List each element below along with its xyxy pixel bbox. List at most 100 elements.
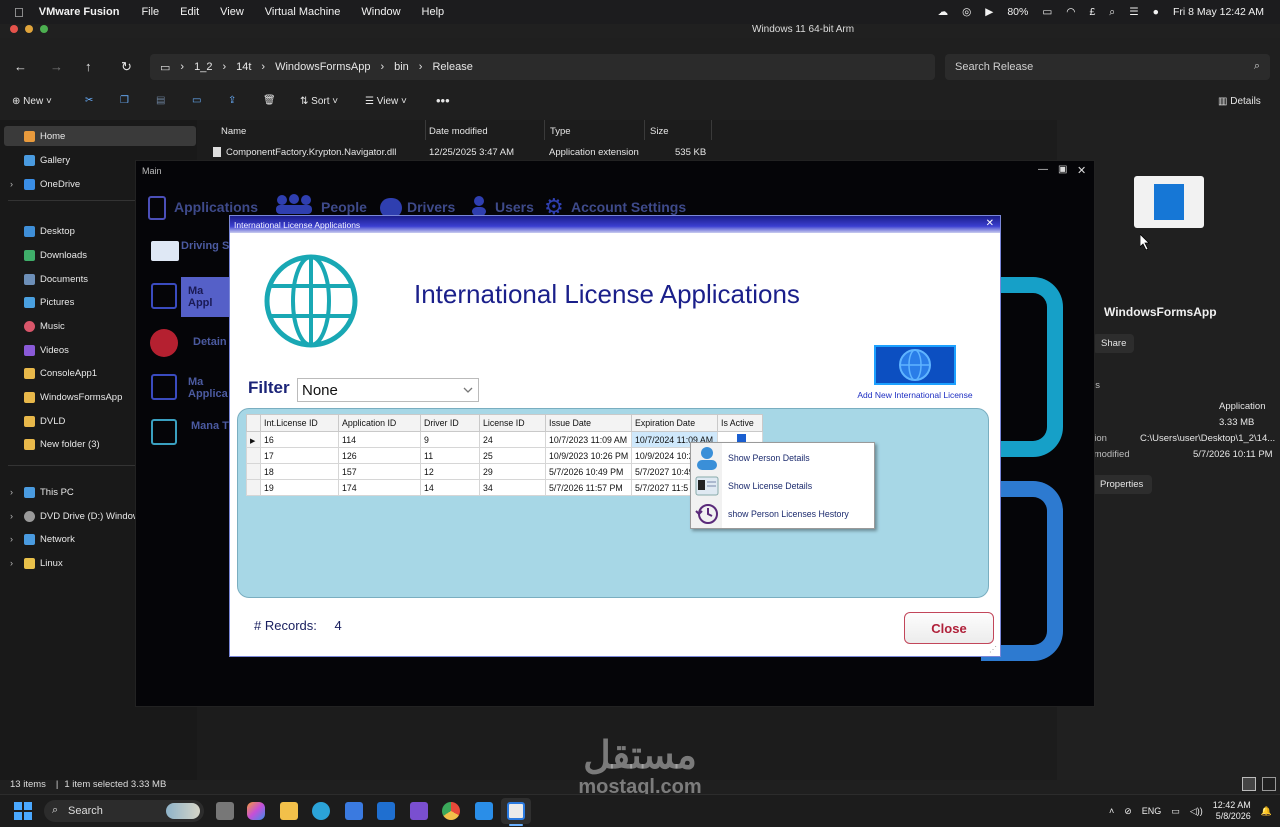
tab-drivers[interactable]: Drivers	[407, 199, 455, 215]
table-cell[interactable]: 157	[338, 463, 421, 480]
sidebar-item-downloads[interactable]: Downloads	[24, 246, 87, 264]
window-close-dot[interactable]	[10, 25, 18, 33]
column-header-name[interactable]: Name	[221, 126, 246, 137]
menu-help[interactable]: Help	[422, 6, 445, 18]
volume-icon[interactable]: ◁))	[1190, 806, 1203, 817]
table-cell[interactable]: 11	[420, 447, 480, 464]
row-header[interactable]	[246, 463, 261, 480]
row-header[interactable]	[246, 479, 261, 496]
side-item-driving-services[interactable]: Driving Se	[181, 240, 235, 252]
window-max-dot[interactable]	[40, 25, 48, 33]
side-item-manage-types[interactable]: Mana T	[191, 420, 231, 432]
column-header-size[interactable]: Size	[650, 126, 668, 137]
window-min-dot[interactable]	[25, 25, 33, 33]
start-icon[interactable]	[14, 802, 32, 820]
chevron-down-icon[interactable]	[463, 386, 473, 394]
spotlight-icon[interactable]: ⌕	[1109, 6, 1115, 19]
sidebar-item-this-pc[interactable]: This PC	[24, 483, 74, 501]
siri-icon[interactable]: ●	[1153, 6, 1159, 18]
table-row[interactable]: 19 174 14 34 5/7/2026 11:57 PM 5/7/2027 …	[246, 479, 763, 496]
maximize-icon[interactable]: ▣	[1058, 164, 1067, 175]
sidebar-item-consoleapp1[interactable]: ConsoleApp1	[24, 364, 97, 382]
applications-grid[interactable]: Int.License ID Application ID Driver ID …	[246, 414, 763, 496]
paste-icon[interactable]: ▤	[156, 95, 165, 106]
language-indicator[interactable]: ENG	[1142, 806, 1162, 816]
table-cell[interactable]: 19	[260, 479, 339, 496]
filter-dropdown[interactable]: None	[297, 378, 479, 402]
column-header[interactable]: Issue Date	[545, 414, 632, 432]
new-button[interactable]: ⊕ New ˅	[12, 96, 52, 107]
table-cell[interactable]: 12	[420, 463, 480, 480]
blue-app-icon[interactable]	[475, 802, 493, 820]
chrome-icon[interactable]	[442, 802, 460, 820]
list-view-icon[interactable]	[1242, 777, 1256, 791]
menu-window[interactable]: Window	[361, 6, 400, 18]
properties-button[interactable]: Properties	[1091, 475, 1153, 494]
store-icon[interactable]	[345, 802, 363, 820]
expand-chevron-icon[interactable]: ›	[10, 558, 13, 568]
up-arrow-icon[interactable]: ↑	[85, 59, 92, 74]
sidebar-item-videos[interactable]: Videos	[24, 341, 69, 359]
table-cell[interactable]: 14	[420, 479, 480, 496]
share-icon[interactable]: ⇪	[228, 95, 236, 106]
back-arrow-icon[interactable]: ←	[14, 59, 27, 74]
creative-cloud-icon[interactable]: ◎	[962, 6, 971, 18]
display-icon[interactable]: ▭	[1171, 806, 1180, 817]
dialog-close-icon[interactable]: ✕	[986, 218, 994, 229]
column-header[interactable]: License ID	[479, 414, 546, 432]
expand-chevron-icon[interactable]: ›	[10, 534, 13, 544]
side-item-manage-applications[interactable]: Ma Appl	[188, 285, 228, 309]
sidebar-item-gallery[interactable]: Gallery	[24, 151, 70, 169]
tile-view-icon[interactable]	[1262, 777, 1276, 791]
bell-icon[interactable]: 🔔	[1261, 806, 1272, 817]
tab-account-settings[interactable]: Account Settings	[571, 199, 686, 215]
forward-arrow-icon[interactable]: →	[50, 59, 63, 74]
rename-icon[interactable]: ▭	[192, 95, 201, 106]
mac-app-name[interactable]: VMware Fusion	[39, 6, 120, 18]
sort-button[interactable]: ⇅ Sort ˅	[300, 96, 338, 107]
control-center-icon[interactable]: ☰	[1129, 6, 1138, 18]
sidebar-item-network[interactable]: Network	[24, 530, 75, 548]
refresh-icon[interactable]: ↻	[121, 59, 132, 75]
table-cell[interactable]: 5/7/2026 11:57 PM	[545, 479, 632, 496]
tab-people[interactable]: People	[321, 199, 367, 215]
visual-studio-icon[interactable]	[410, 802, 428, 820]
column-header-type[interactable]: Type	[550, 126, 571, 137]
expand-chevron-icon[interactable]: ›	[10, 179, 13, 189]
table-cell[interactable]: 25	[479, 447, 546, 464]
table-row[interactable]: 17 126 11 25 10/9/2023 10:26 PM 10/9/202…	[246, 447, 763, 464]
search-input[interactable]: Search Release ⌕	[945, 54, 1270, 80]
column-header[interactable]: Driver ID	[420, 414, 480, 432]
cut-icon[interactable]: ✂	[85, 95, 93, 106]
sidebar-item-home[interactable]: Home	[24, 127, 65, 145]
minimize-icon[interactable]: —	[1038, 164, 1048, 175]
cloud-icon[interactable]: ☁	[938, 6, 949, 18]
table-cell[interactable]: 9	[420, 431, 480, 448]
menu-item-show-person-details[interactable]: Show Person Details	[691, 444, 874, 472]
close-icon[interactable]: ✕	[1077, 164, 1086, 177]
menu-item-show-license-details[interactable]: Show License Details	[691, 472, 874, 500]
table-cell[interactable]: 24	[479, 431, 546, 448]
add-international-license-button[interactable]	[874, 345, 956, 385]
table-cell[interactable]: 18	[260, 463, 339, 480]
wifi-icon[interactable]: ◠	[1066, 6, 1075, 18]
side-item-detain[interactable]: Detain	[193, 336, 227, 348]
taskbar-search[interactable]: ⌕ Search	[44, 800, 204, 822]
sidebar-item-new-folder-3[interactable]: New folder (3)	[24, 435, 100, 453]
battery-icon[interactable]: ▭	[1042, 6, 1052, 18]
breadcrumb-item[interactable]: Release	[432, 61, 472, 73]
table-cell[interactable]: 29	[479, 463, 546, 480]
table-cell[interactable]: 174	[338, 479, 421, 496]
menu-virtual-machine[interactable]: Virtual Machine	[265, 6, 341, 18]
menu-item-show-person-licenses-history[interactable]: show Person Licenses Hestory	[691, 500, 874, 528]
windows-forms-app-icon[interactable]	[507, 802, 525, 820]
edge-icon[interactable]	[312, 802, 330, 820]
delete-icon[interactable]: 🗑	[263, 95, 276, 106]
clock[interactable]: 12:42 AM 5/8/2026	[1213, 800, 1251, 822]
input-source-icon[interactable]: £	[1089, 6, 1095, 18]
tab-applications[interactable]: Applications	[174, 199, 258, 215]
table-cell[interactable]: 10/7/2023 11:09 AM	[545, 431, 632, 448]
table-cell[interactable]: 114	[338, 431, 421, 448]
sidebar-item-music[interactable]: Music	[24, 317, 65, 335]
menu-file[interactable]: File	[141, 6, 159, 18]
